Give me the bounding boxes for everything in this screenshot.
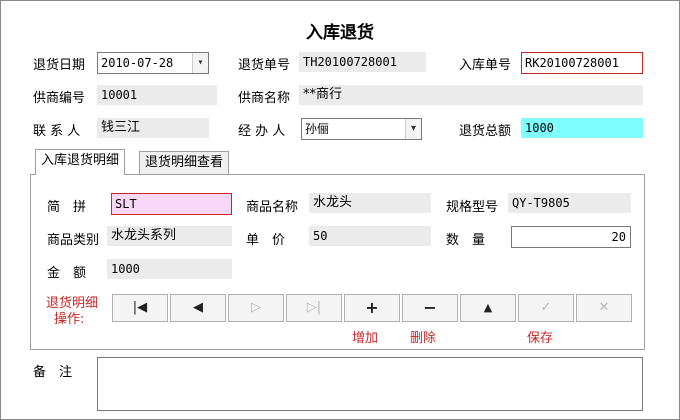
price-field[interactable]: 50	[309, 226, 431, 246]
date-dropdown-icon[interactable]: ▾	[192, 53, 208, 73]
category-label: 商品类别	[47, 233, 100, 248]
prev-record-button[interactable]: ◀	[170, 294, 226, 322]
category-field[interactable]: 水龙头系列	[107, 226, 232, 246]
chevron-down-icon[interactable]: ▾	[405, 119, 421, 139]
in-no-field[interactable]: RK20100728001	[521, 52, 643, 74]
total-label: 退货总额	[459, 124, 512, 139]
next-record-icon: ▷	[251, 300, 261, 315]
last-record-button[interactable]: ▷|	[286, 294, 342, 322]
pinyin-input[interactable]: SLT	[111, 193, 232, 215]
return-date-value: 2010-07-28	[101, 56, 174, 70]
product-name-field[interactable]: 水龙头	[309, 193, 431, 213]
save-caption: 保存	[527, 331, 554, 346]
qty-input[interactable]: 20	[511, 226, 631, 248]
price-label: 单 价	[246, 233, 286, 248]
supplier-name-field[interactable]: **商行	[299, 85, 643, 105]
edit-button[interactable]: ▲	[460, 294, 516, 322]
return-date-label: 退货日期	[33, 58, 86, 73]
amount-field[interactable]: 1000	[107, 259, 232, 279]
spec-label: 规格型号	[446, 200, 499, 215]
remarks-textarea[interactable]	[97, 357, 643, 411]
pinyin-label: 简 拼	[47, 200, 87, 215]
page-title: 入库退货	[306, 23, 374, 43]
total-field[interactable]: 1000	[521, 118, 643, 138]
ops-label-line2: 操作:	[54, 312, 85, 327]
add-button[interactable]: +	[344, 294, 400, 322]
cancel-x-icon: ✕	[598, 300, 610, 315]
prev-record-icon: ◀	[193, 300, 203, 315]
handler-select[interactable]: 孙俪 ▾	[301, 118, 422, 140]
supplier-code-field[interactable]: 10001	[97, 85, 217, 105]
first-record-icon: |◀	[132, 300, 148, 315]
qty-label: 数 量	[446, 233, 486, 248]
last-record-icon: ▷|	[306, 300, 322, 315]
save-button[interactable]: ✓	[518, 294, 574, 322]
first-record-button[interactable]: |◀	[112, 294, 168, 322]
in-no-label: 入库单号	[459, 58, 512, 73]
product-name-label: 商品名称	[246, 200, 299, 215]
supplier-code-label: 供商编号	[33, 91, 86, 106]
delete-button[interactable]: −	[402, 294, 458, 322]
amount-label: 金 额	[47, 266, 87, 281]
handler-label: 经 办 人	[238, 124, 286, 139]
tab-return-details[interactable]: 入库退货明细	[35, 149, 126, 175]
up-arrow-icon: ▲	[483, 301, 493, 314]
contact-label: 联 系 人	[33, 124, 81, 139]
spec-field[interactable]: QY-T9805	[508, 193, 631, 213]
remarks-label: 备 注	[33, 365, 73, 380]
cancel-button[interactable]: ✕	[576, 294, 632, 322]
plus-icon: +	[365, 298, 379, 317]
supplier-name-label: 供商名称	[238, 91, 291, 106]
add-caption: 增加	[352, 331, 379, 346]
next-record-button[interactable]: ▷	[228, 294, 284, 322]
return-no-label: 退货单号	[238, 58, 291, 73]
minus-icon: −	[423, 298, 437, 317]
return-no-field[interactable]: TH20100728001	[299, 52, 426, 72]
contact-field[interactable]: 钱三江	[97, 118, 209, 138]
return-date-picker[interactable]: 2010-07-28 ▾	[97, 52, 209, 74]
delete-caption: 删除	[410, 331, 437, 346]
handler-value: 孙俪	[305, 122, 330, 136]
checkmark-icon: ✓	[540, 300, 552, 315]
tab-view-details[interactable]: 退货明细查看	[139, 151, 230, 175]
